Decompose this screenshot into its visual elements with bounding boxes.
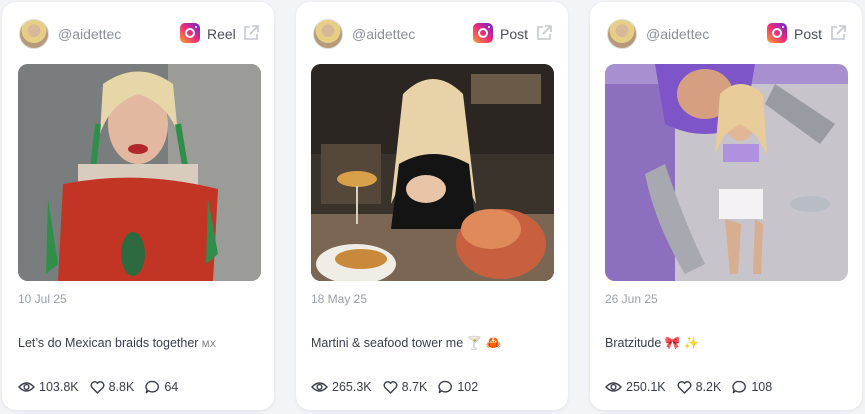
post-card[interactable]: @aidettec Post <box>590 2 862 410</box>
post-date: 18 May 25 <box>311 292 368 306</box>
comments-count: 102 <box>457 380 479 394</box>
comments-stat: 108 <box>732 380 772 394</box>
post-card[interactable]: @aidettec Reel 10 Jul 25 Let’s do Mexica… <box>2 2 274 410</box>
account-handle[interactable]: @aidettec <box>646 26 709 42</box>
likes-stat: 8.2K <box>677 380 722 394</box>
avatar[interactable] <box>19 19 49 49</box>
caption-flag: MX <box>201 339 217 349</box>
views-count: 250.1K <box>626 380 666 394</box>
eye-icon <box>311 382 328 392</box>
post-date: 10 Jul 25 <box>18 292 67 306</box>
post-stats: 103.8K 8.8K 64 <box>18 380 189 394</box>
likes-stat: 8.8K <box>90 380 135 394</box>
external-link-icon[interactable] <box>242 24 260 42</box>
card-header: @aidettec Post <box>590 2 862 64</box>
comment-icon <box>732 380 747 394</box>
views-count: 265.3K <box>332 380 372 394</box>
post-stats: 265.3K 8.7K 102 <box>311 380 489 394</box>
comments-stat: 64 <box>145 380 178 394</box>
post-thumbnail[interactable] <box>311 64 554 281</box>
heart-icon <box>90 380 105 394</box>
post-caption: Let’s do Mexican braids together MX <box>18 336 216 350</box>
avatar[interactable] <box>313 19 343 49</box>
instagram-icon <box>767 23 787 43</box>
comment-icon <box>145 380 160 394</box>
card-header: @aidettec Reel <box>2 2 274 64</box>
post-thumbnail[interactable] <box>18 64 261 281</box>
post-thumbnail[interactable] <box>605 64 848 281</box>
caption-text: Martini & seafood tower me 🍸 🦀 <box>311 336 502 350</box>
account-handle[interactable]: @aidettec <box>58 26 121 42</box>
likes-stat: 8.7K <box>383 380 428 394</box>
external-link-icon[interactable] <box>829 24 847 42</box>
views-stat: 250.1K <box>605 380 666 394</box>
caption-text: Let’s do Mexican braids together <box>18 336 199 350</box>
eye-icon <box>605 382 622 392</box>
heart-icon <box>383 380 398 394</box>
comments-stat: 102 <box>438 380 478 394</box>
likes-count: 8.8K <box>108 380 135 394</box>
instagram-icon <box>180 23 200 43</box>
comments-count: 108 <box>751 380 773 394</box>
eye-icon <box>18 382 35 392</box>
post-caption: Martini & seafood tower me 🍸 🦀 <box>311 336 501 351</box>
heart-icon <box>677 380 692 394</box>
avatar[interactable] <box>607 19 637 49</box>
views-stat: 265.3K <box>311 380 372 394</box>
post-type-label: Reel <box>207 26 236 42</box>
post-type-label: Post <box>500 26 529 42</box>
caption-text: Bratzitude 🎀 ✨ <box>605 336 700 350</box>
comment-icon <box>438 380 453 394</box>
post-stats: 250.1K 8.2K 108 <box>605 380 783 394</box>
post-caption: Bratzitude 🎀 ✨ <box>605 336 699 351</box>
post-type-label: Post <box>794 26 823 42</box>
views-count: 103.8K <box>39 380 79 394</box>
external-link-icon[interactable] <box>535 24 553 42</box>
post-card[interactable]: @aidettec Post <box>296 2 568 410</box>
card-header: @aidettec Post <box>296 2 568 64</box>
likes-count: 8.7K <box>401 380 428 394</box>
comments-count: 64 <box>164 380 179 394</box>
posts-grid: @aidettec Reel 10 Jul 25 Let’s do Mexica… <box>0 0 865 414</box>
post-date: 26 Jun 25 <box>605 292 658 306</box>
instagram-icon <box>473 23 493 43</box>
views-stat: 103.8K <box>18 380 79 394</box>
account-handle[interactable]: @aidettec <box>352 26 415 42</box>
likes-count: 8.2K <box>695 380 722 394</box>
